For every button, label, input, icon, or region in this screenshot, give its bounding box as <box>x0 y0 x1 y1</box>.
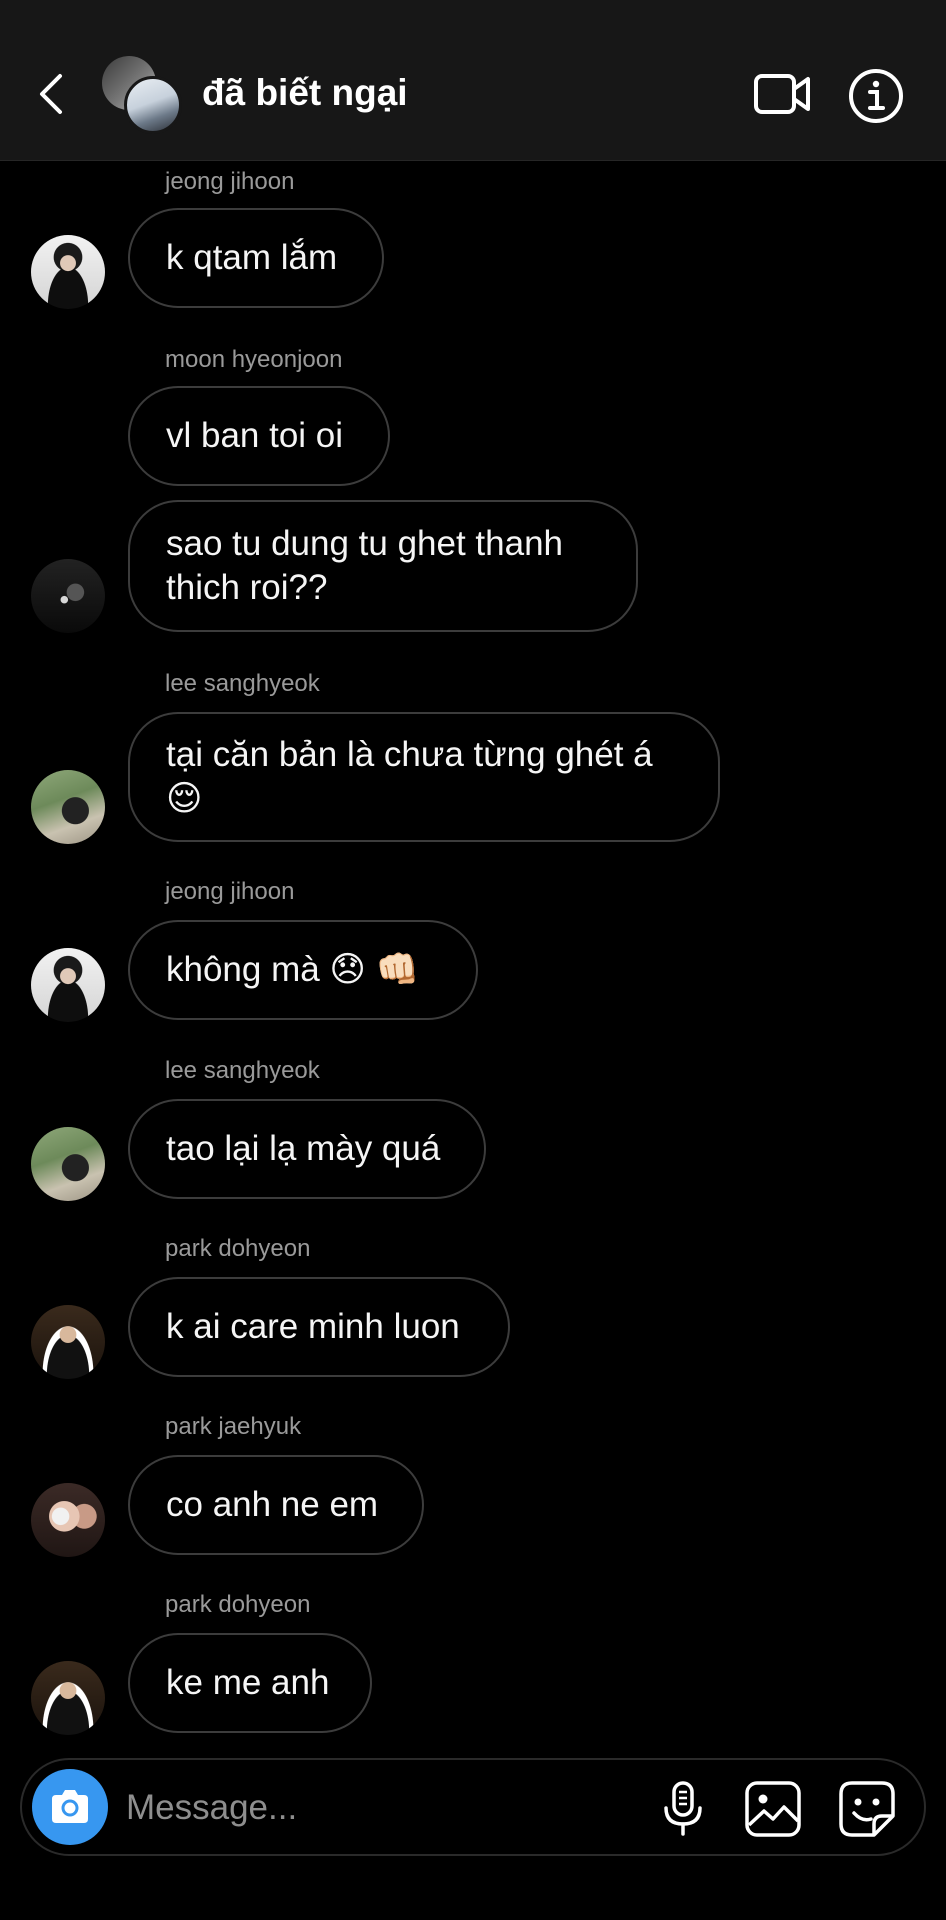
message-bubble[interactable]: tao lại lạ mày quá <box>128 1099 486 1199</box>
video-call-button[interactable] <box>752 68 814 120</box>
sticker-icon <box>839 1781 895 1837</box>
message-bubble[interactable]: co anh ne em <box>128 1455 424 1555</box>
microphone-icon <box>664 1781 702 1836</box>
voice-message-button[interactable] <box>658 1780 708 1838</box>
sender-name: lee sanghyeok <box>165 670 320 697</box>
gallery-button[interactable] <box>744 1780 802 1838</box>
message-bubble[interactable]: sao tu dung tu ghet thanh thich roi?? <box>128 500 638 632</box>
avatar[interactable] <box>31 1127 105 1201</box>
sender-name: jeong jihoon <box>165 878 295 905</box>
message-bubble[interactable]: vl ban toi oi <box>128 386 390 486</box>
message-bubble[interactable]: k ai care minh luon <box>128 1277 510 1377</box>
message-bubble[interactable]: ke me anh <box>128 1633 372 1733</box>
message-thread[interactable]: jeong jihoon k qtam lắm moon hyeonjoon v… <box>0 160 946 1740</box>
image-icon <box>745 1781 801 1837</box>
message-bubble[interactable]: k qtam lắm <box>128 208 384 308</box>
sticker-button[interactable] <box>838 1780 896 1838</box>
avatar[interactable] <box>31 235 105 309</box>
avatar[interactable] <box>31 1305 105 1379</box>
message-composer <box>20 1758 926 1856</box>
avatar[interactable] <box>31 1483 105 1557</box>
camera-icon <box>52 1790 88 1823</box>
info-icon <box>849 69 903 123</box>
sender-name: moon hyeonjoon <box>165 346 343 373</box>
message-input[interactable] <box>124 1780 628 1836</box>
info-button[interactable] <box>848 68 904 124</box>
avatar[interactable] <box>31 770 105 844</box>
sender-name: jeong jihoon <box>165 168 295 195</box>
message-bubble[interactable]: không mà 😞 👊🏻 <box>128 920 478 1020</box>
avatar[interactable] <box>31 948 105 1022</box>
group-avatar-front <box>124 76 182 134</box>
sender-name: park dohyeon <box>165 1591 311 1618</box>
sender-name: park jaehyuk <box>165 1413 302 1440</box>
chat-title[interactable]: đã biết ngại <box>202 72 408 114</box>
camera-button[interactable] <box>32 1769 108 1845</box>
back-button[interactable] <box>30 62 70 126</box>
video-camera-icon <box>754 74 810 114</box>
sender-name: park dohyeon <box>165 1235 311 1262</box>
sender-name: lee sanghyeok <box>165 1057 320 1084</box>
chat-header: đã biết ngại <box>0 0 946 161</box>
avatar[interactable] <box>31 1661 105 1735</box>
message-bubble[interactable]: tại căn bản là chưa từng ghét á 😌 <box>128 712 720 842</box>
avatar[interactable] <box>31 559 105 633</box>
group-avatar[interactable] <box>102 56 182 136</box>
chevron-left-icon <box>40 74 62 114</box>
